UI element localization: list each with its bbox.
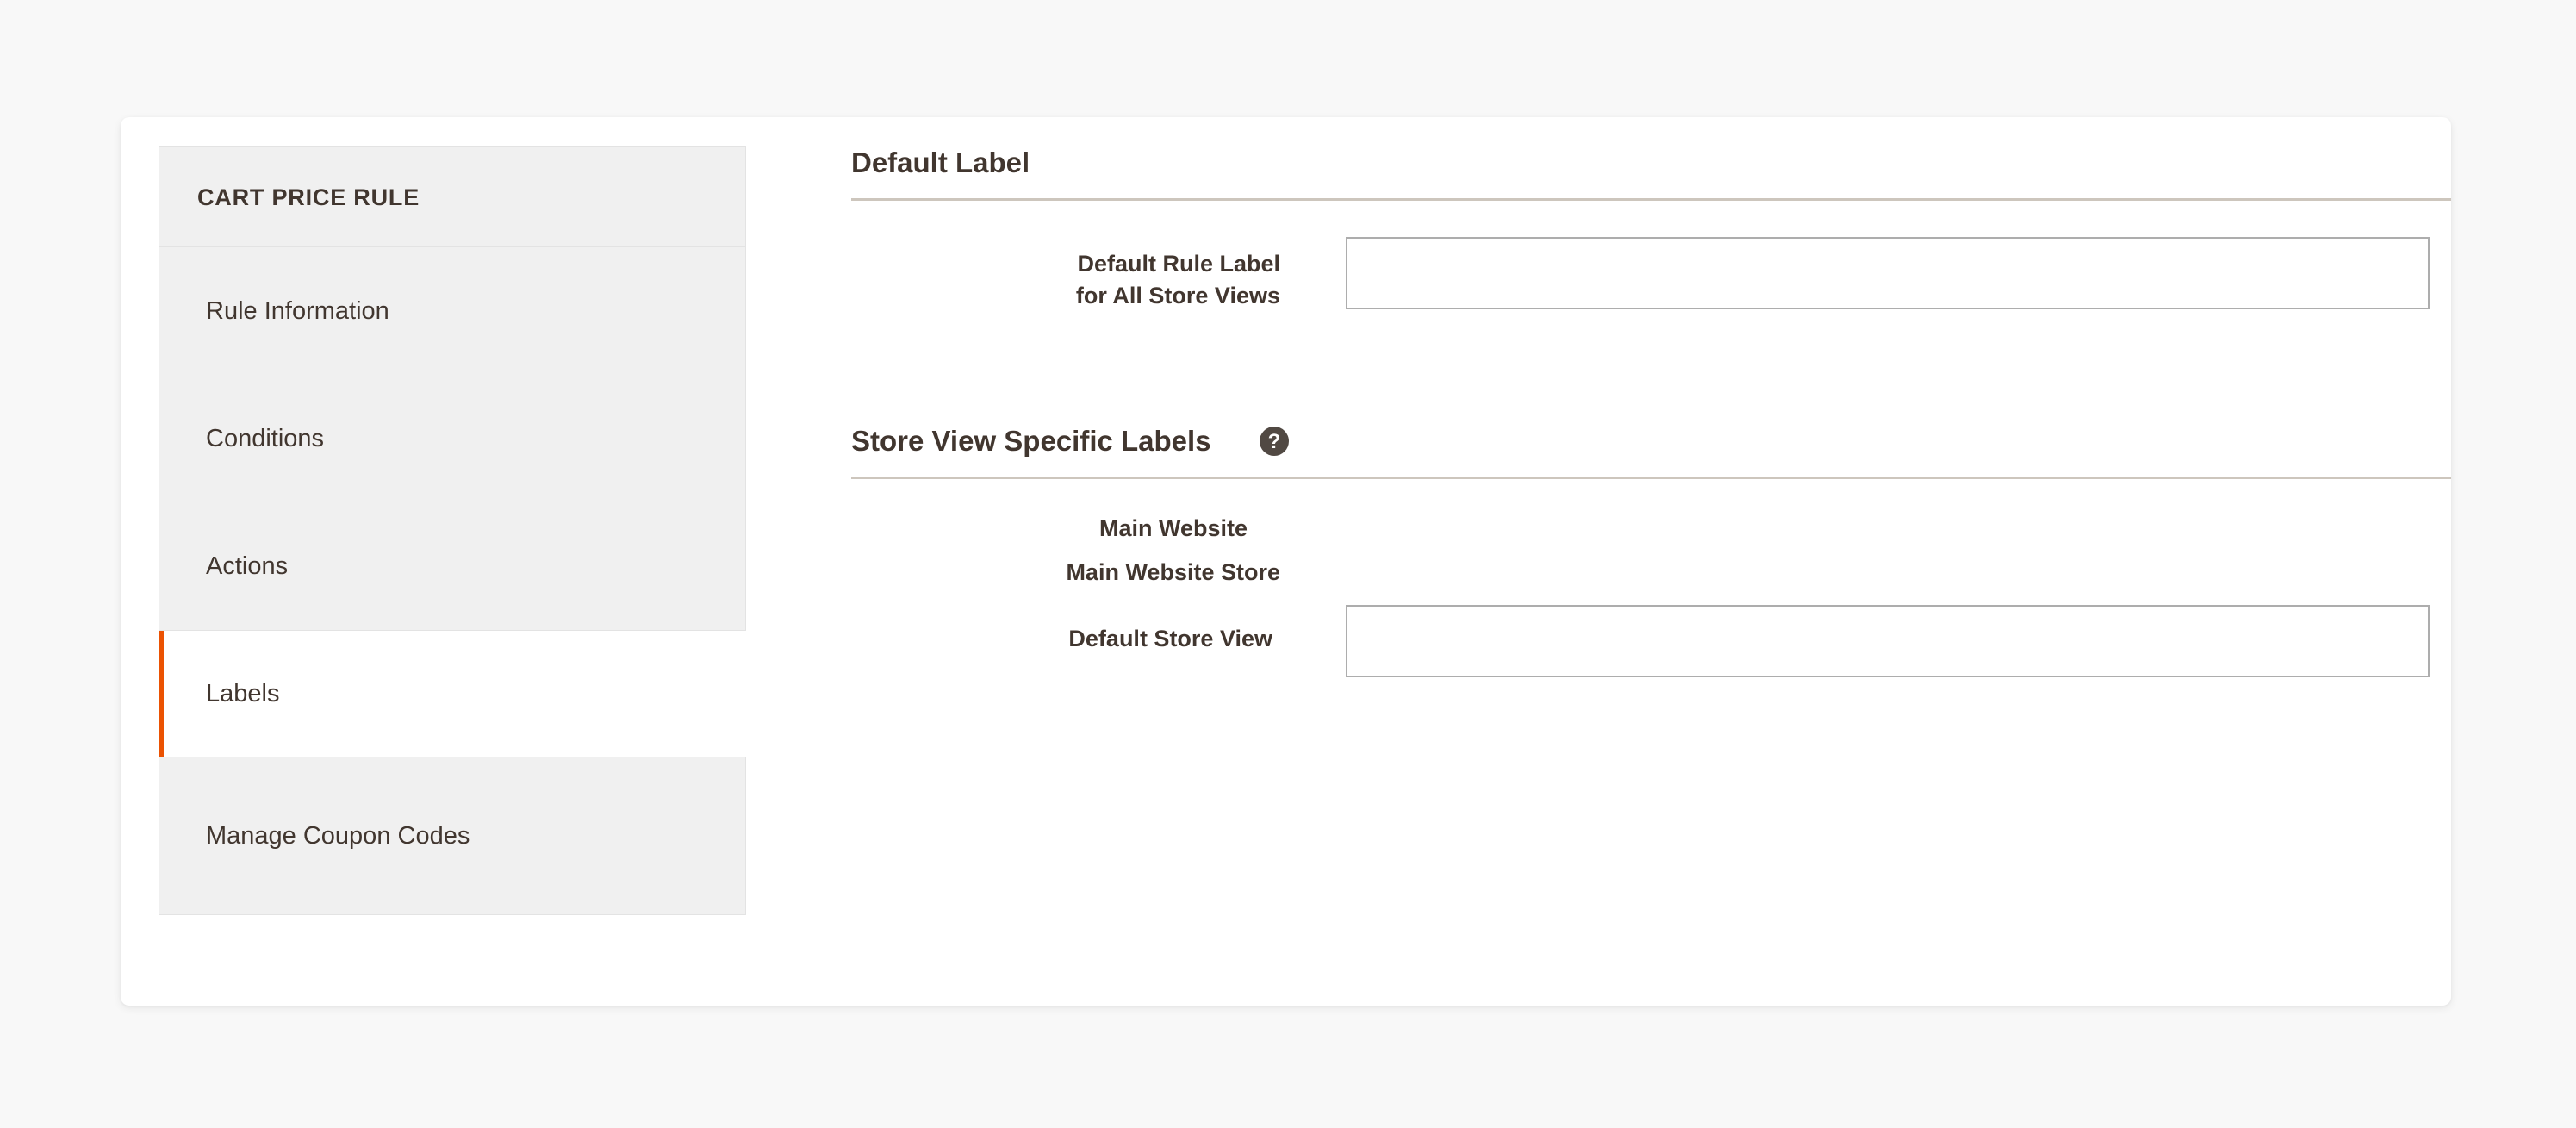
- store-view-heading-row: Store View Specific Labels ?: [851, 425, 2451, 458]
- main-website-label: Main Website: [1098, 514, 1248, 541]
- sidebar-item-label: Conditions: [206, 424, 325, 452]
- default-store-view-input[interactable]: [1346, 604, 2430, 677]
- sidebar-item-label: Labels: [206, 679, 280, 707]
- cart-price-rule-card: CART PRICE RULE Rule Information Conditi…: [121, 117, 2451, 1006]
- main-website-store-row: Main Website Store: [851, 559, 2451, 586]
- default-label-heading-row: Default Label: [851, 146, 2451, 179]
- help-question-icon[interactable]: ?: [1259, 426, 1289, 456]
- rule-sidebar: CART PRICE RULE Rule Information Conditi…: [159, 146, 746, 915]
- main-website-store-label: Main Website Store: [1066, 558, 1280, 585]
- sidebar-item-group-top: Rule Information Conditions Actions: [159, 247, 745, 630]
- default-label-divider: [851, 198, 2451, 201]
- sidebar-item-label: Rule Information: [206, 296, 389, 325]
- labels-panel: Default Label Default Rule Label for All…: [851, 146, 2451, 1006]
- main-website-row: Main Website: [851, 515, 2451, 542]
- sidebar-item-actions[interactable]: Actions: [159, 502, 745, 630]
- svg-text:?: ?: [1267, 430, 1280, 453]
- sidebar-item-labels[interactable]: Labels: [159, 630, 746, 757]
- store-view-divider: [851, 476, 2451, 479]
- sidebar-item-rule-information[interactable]: Rule Information: [159, 247, 745, 375]
- sidebar-item-group-bottom: Manage Coupon Codes: [159, 757, 745, 914]
- sidebar-title: CART PRICE RULE: [159, 147, 745, 247]
- store-view-specific-labels-heading: Store View Specific Labels: [851, 424, 1211, 457]
- default-rule-label-label-line2: for All Store Views: [1075, 283, 1280, 309]
- default-store-view-label: Default Store View: [1068, 625, 1272, 651]
- default-rule-label-label: Default Rule Label for All Store Views: [851, 237, 1280, 313]
- default-store-view-control: [1346, 604, 2430, 677]
- default-rule-label-field-row: Default Rule Label for All Store Views: [851, 237, 2451, 313]
- default-rule-label-control: [1346, 237, 2430, 309]
- default-label-heading: Default Label: [851, 146, 1030, 178]
- sidebar-item-manage-coupon-codes[interactable]: Manage Coupon Codes: [159, 757, 745, 914]
- default-rule-label-label-line1: Default Rule Label: [1077, 251, 1280, 277]
- sidebar-item-conditions[interactable]: Conditions: [159, 375, 745, 502]
- sidebar-item-label: Manage Coupon Codes: [206, 821, 470, 850]
- sidebar-item-label: Actions: [206, 552, 289, 580]
- default-rule-label-input[interactable]: [1346, 237, 2430, 309]
- default-store-view-row: Default Store View: [851, 604, 2451, 677]
